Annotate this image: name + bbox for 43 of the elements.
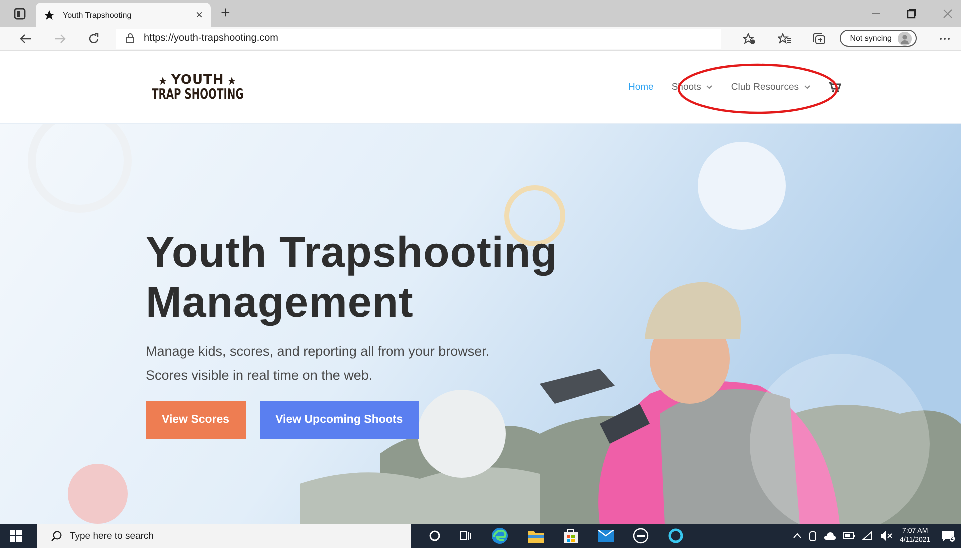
favorites-icon[interactable] xyxy=(778,32,792,44)
site-logo[interactable]: YOUTH TRAP SHOOTING xyxy=(152,74,244,100)
folder-icon[interactable] xyxy=(528,529,544,543)
task-view-icon[interactable] xyxy=(460,530,472,542)
address-field[interactable]: https://youth-trapshooting.com xyxy=(116,28,722,48)
nav-link[interactable]: Club Resources xyxy=(731,82,811,92)
cortana-icon[interactable] xyxy=(429,530,441,542)
refresh-icon[interactable] xyxy=(88,32,100,44)
more-icon[interactable] xyxy=(939,36,951,40)
avatar-icon xyxy=(898,32,912,46)
add-favorite-icon[interactable] xyxy=(743,32,756,44)
back-icon[interactable] xyxy=(20,32,32,44)
hero-heading: Youth Trapshooting Management xyxy=(146,228,559,328)
close-tab-button[interactable]: × xyxy=(196,8,203,22)
circle-logo-icon[interactable] xyxy=(633,528,649,544)
ring-icon[interactable] xyxy=(668,528,684,544)
restore-icon[interactable] xyxy=(907,8,917,18)
star-icon xyxy=(44,10,55,20)
star-icon xyxy=(228,76,236,84)
search-icon xyxy=(51,530,62,542)
cloud-icon[interactable] xyxy=(824,532,836,540)
battery-icon[interactable] xyxy=(843,532,856,540)
store-icon[interactable] xyxy=(563,528,579,544)
windows-start-icon[interactable] xyxy=(10,530,22,542)
message-icon xyxy=(942,530,954,542)
device-icon[interactable] xyxy=(809,530,818,542)
sync-button[interactable]: Not syncing xyxy=(840,30,917,47)
tab-actions-icon[interactable] xyxy=(14,8,26,20)
hero-text: Scores visible in real time on the web. xyxy=(146,367,374,385)
volume-icon[interactable] xyxy=(880,531,894,541)
new-tab-button[interactable]: + xyxy=(221,4,230,22)
cta-button[interactable]: View Upcoming Shoots xyxy=(260,401,420,439)
taskbar-search-field[interactable]: Type here to search xyxy=(37,524,411,548)
star-icon xyxy=(159,76,168,84)
hero-text: Manage kids, scores, and reporting all from your browser. xyxy=(146,343,491,361)
edge-icon[interactable] xyxy=(491,527,509,545)
browser-tab[interactable]: Youth Trapshooting × xyxy=(36,3,211,27)
collections-icon[interactable] xyxy=(813,32,826,44)
cart-icon[interactable] xyxy=(829,82,841,92)
chevron-up-icon[interactable] xyxy=(793,533,802,539)
lock-icon xyxy=(126,33,135,44)
tab-title: Youth Trapshooting xyxy=(63,10,133,20)
mail-icon[interactable] xyxy=(598,530,614,542)
